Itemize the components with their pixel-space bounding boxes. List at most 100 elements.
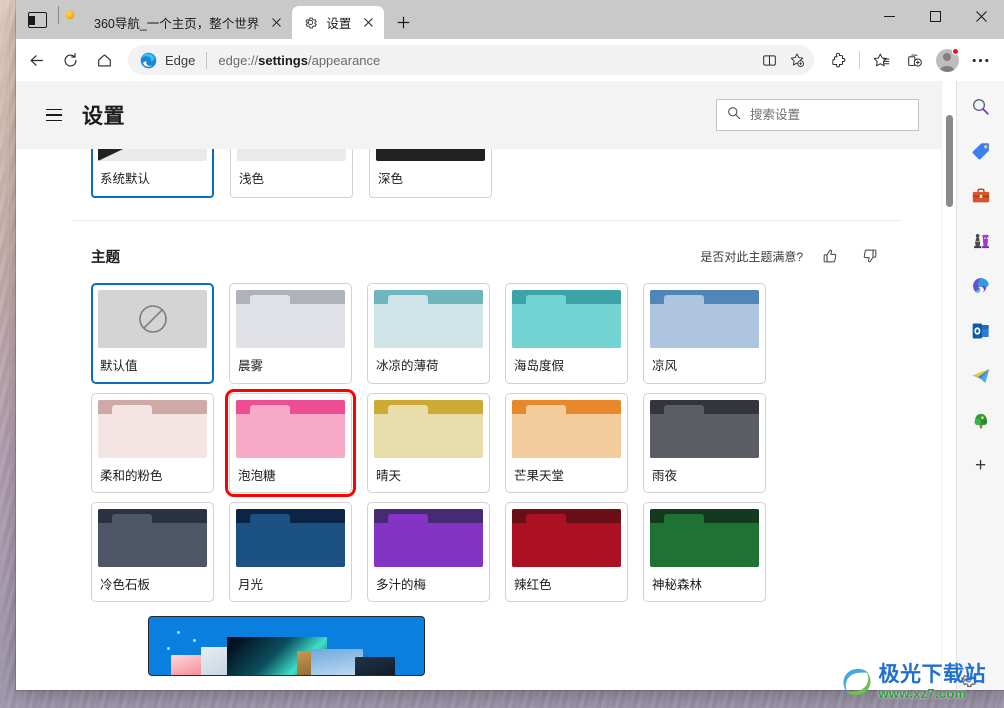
avatar-notification-badge — [952, 48, 959, 55]
theme-preview-9 — [650, 400, 759, 458]
window-minimize-button[interactable] — [866, 0, 912, 33]
tools-briefcase-icon[interactable] — [966, 181, 996, 211]
appearance-mode-card-2[interactable]: 深色 — [369, 149, 492, 198]
telegram-icon[interactable] — [966, 361, 996, 391]
settings-search-box[interactable] — [716, 99, 919, 131]
appearance-mode-label-0: 系统默认 — [100, 172, 151, 186]
no-theme-icon — [98, 290, 207, 348]
microsoft365-icon[interactable] — [966, 271, 996, 301]
theme-card-14[interactable]: 神秘森林 — [643, 502, 766, 602]
theme-preview-13 — [512, 509, 621, 567]
theme-card-13[interactable]: 辣红色 — [505, 502, 628, 602]
browser-tab-0[interactable]: 360导航_一个主页，整个世界 — [59, 6, 292, 39]
home-button[interactable] — [88, 44, 120, 76]
theme-preview-body-13 — [512, 523, 621, 567]
address-bar-actions — [756, 47, 810, 73]
extensions-puzzle-icon[interactable] — [822, 44, 854, 76]
theme-card-10[interactable]: 冷色石板 — [91, 502, 214, 602]
collections-icon[interactable] — [898, 44, 930, 76]
url-prefix: edge:// — [218, 52, 259, 68]
tab-search-icon[interactable] — [27, 11, 47, 28]
theme-preview-body-7 — [374, 414, 483, 458]
browser-tab-1[interactable]: 设置 — [292, 6, 385, 39]
theme-card-3[interactable]: 海岛度假 — [505, 283, 628, 384]
theme-preview-body-4 — [650, 304, 759, 348]
theme-label-0: 默认值 — [100, 359, 138, 373]
url-bold-part: settings — [258, 52, 308, 68]
settings-scroll-content: 系统默认 浅色 深色 主题 是否对此主题满意? 默认值 晨雾 冰凉的薄荷 海岛度… — [16, 149, 941, 690]
theme-collection-banner[interactable] — [148, 616, 425, 676]
banner-thumb-5 — [355, 657, 395, 675]
theme-label-10: 冷色石板 — [100, 578, 151, 592]
theme-preview-body-10 — [98, 523, 207, 567]
appearance-mode-card-1[interactable]: 浅色 — [230, 149, 353, 198]
settings-menu-icon[interactable] — [38, 99, 70, 131]
promo-banner-wrap — [130, 602, 861, 676]
tab-close-button-1[interactable] — [359, 13, 378, 32]
profile-avatar[interactable] — [931, 44, 963, 76]
split-screen-icon[interactable] — [756, 47, 782, 73]
new-tab-button[interactable] — [389, 8, 417, 36]
theme-card-8[interactable]: 芒果天堂 — [505, 393, 628, 493]
theme-card-6[interactable]: 泡泡糖 — [225, 389, 356, 497]
360-favicon — [70, 15, 86, 31]
theme-preview-0 — [98, 290, 207, 348]
theme-feedback-group: 是否对此主题满意? — [700, 243, 883, 269]
thumbs-up-icon[interactable] — [817, 243, 843, 269]
theme-card-11[interactable]: 月光 — [229, 502, 352, 602]
vertical-scrollbar[interactable] — [941, 81, 956, 690]
theme-card-1[interactable]: 晨雾 — [229, 283, 352, 384]
search-icon[interactable] — [966, 91, 996, 121]
theme-label-2: 冰凉的薄荷 — [376, 359, 439, 373]
theme-card-5[interactable]: 柔和的粉色 — [91, 393, 214, 493]
theme-card-0[interactable]: 默认值 — [91, 283, 214, 384]
theme-label-13: 辣红色 — [514, 578, 552, 592]
theme-preview-body-11 — [236, 523, 345, 567]
theme-preview-8 — [512, 400, 621, 458]
favorites-icon[interactable] — [865, 44, 897, 76]
tree-icon[interactable] — [966, 406, 996, 436]
games-chess-icon[interactable] — [966, 226, 996, 256]
theme-card-4[interactable]: 凉风 — [643, 283, 766, 384]
outlook-icon[interactable] — [966, 316, 996, 346]
theme-card-9[interactable]: 雨夜 — [643, 393, 766, 493]
browser-window: 360导航_一个主页，整个世界 设置 Edge edge://settings/… — [16, 0, 1004, 690]
search-input[interactable] — [750, 108, 908, 122]
theme-card-12[interactable]: 多汁的梅 — [367, 502, 490, 602]
add-icon[interactable]: + — [966, 451, 996, 481]
theme-preview-12 — [374, 509, 483, 567]
theme-card-2[interactable]: 冰凉的薄荷 — [367, 283, 490, 384]
shopping-tag-icon[interactable] — [966, 136, 996, 166]
edge-sidebar: + — [956, 81, 1004, 690]
add-favorite-star-icon[interactable] — [784, 47, 810, 73]
theme-preview-body-14 — [650, 523, 759, 567]
appearance-mode-card-0[interactable]: 系统默认 — [91, 149, 214, 198]
more-options-icon[interactable] — [964, 44, 996, 76]
address-bar-separator — [206, 51, 208, 69]
thumbs-down-icon[interactable] — [857, 243, 883, 269]
theme-preview-body-12 — [374, 523, 483, 567]
theme-label-3: 海岛度假 — [514, 359, 565, 373]
tab-title-0: 360导航_一个主页，整个世界 — [94, 17, 260, 31]
url-suffix: /appearance — [307, 52, 381, 68]
theme-preview-2 — [374, 290, 483, 348]
theme-preview-body-1 — [236, 304, 345, 348]
theme-label-11: 月光 — [238, 578, 264, 592]
back-button[interactable] — [20, 44, 52, 76]
tab-search-container — [16, 0, 58, 39]
tab-close-button-0[interactable] — [267, 13, 286, 32]
scrollbar-thumb[interactable] — [946, 115, 953, 207]
refresh-button[interactable] — [54, 44, 86, 76]
appearance-mode-row: 系统默认 浅色 深色 — [73, 149, 901, 198]
appearance-mode-section: 系统默认 浅色 深色 — [73, 149, 901, 221]
theme-preview-6 — [236, 400, 345, 458]
window-maximize-button[interactable] — [912, 0, 958, 33]
theme-preview-body-2 — [374, 304, 483, 348]
window-close-button[interactable] — [958, 0, 1004, 33]
theme-preview-5 — [98, 400, 207, 458]
tab-title-1: 设置 — [326, 17, 352, 31]
theme-preview-body-8 — [512, 414, 621, 458]
theme-preview-body-5 — [98, 414, 207, 458]
address-bar[interactable]: Edge edge://settings/appearance — [128, 45, 814, 75]
theme-card-7[interactable]: 晴天 — [367, 393, 490, 493]
